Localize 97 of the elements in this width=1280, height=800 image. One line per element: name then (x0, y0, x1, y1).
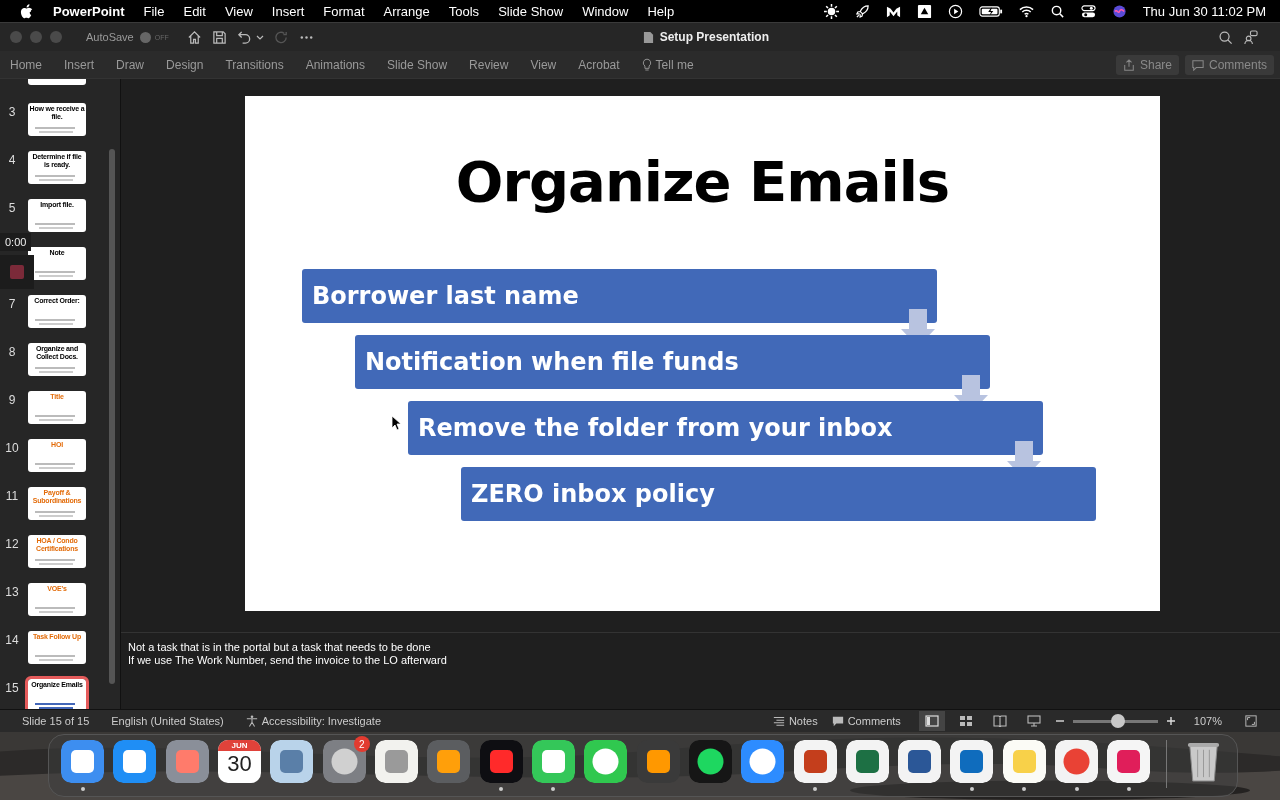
presenter-icon[interactable] (1026, 715, 1041, 727)
slide-title: Organize Emails (454, 149, 951, 214)
grid-view-icon[interactable] (958, 715, 973, 727)
slide-number: 12 (4, 536, 20, 551)
menu-item[interactable]: Format (323, 3, 365, 19)
undo-icon[interactable] (236, 29, 252, 45)
menu-item[interactable]: Slide Show (498, 3, 564, 19)
comment-icon (1192, 58, 1204, 71)
comment-icon (831, 715, 844, 727)
app-icon[interactable] (427, 740, 471, 783)
app-icon[interactable] (479, 740, 523, 783)
autosave-label: AutoSave (86, 31, 134, 43)
scrollbar[interactable] (109, 149, 115, 684)
slide-thumbnail[interactable] (28, 79, 86, 85)
app-icon[interactable] (688, 740, 732, 783)
menu-item[interactable]: Window (582, 3, 629, 19)
app-icon[interactable] (898, 740, 942, 783)
app-icon[interactable] (1107, 740, 1151, 783)
comments-button[interactable]: Comments (831, 715, 901, 727)
app-icon[interactable] (584, 740, 628, 783)
ribbon-tab[interactable]: Insert (64, 57, 95, 72)
language-status[interactable]: English (United States) (111, 715, 224, 727)
normal-view-icon[interactable] (918, 711, 945, 731)
slide-number: 5 (7, 200, 17, 215)
app-icon[interactable] (113, 740, 157, 783)
lightbulb-icon (641, 57, 652, 72)
slide-number: 10 (4, 440, 20, 455)
accessibility-button[interactable]: Accessibility: Investigate (245, 715, 381, 727)
cursor-icon (391, 415, 401, 431)
ribbon-tab[interactable]: View (530, 57, 557, 72)
tell-me-field[interactable]: Tell me (655, 57, 694, 72)
people-icon[interactable] (1243, 29, 1258, 45)
zoom-percent[interactable]: 107% (1193, 715, 1222, 727)
app-icon[interactable] (1055, 740, 1099, 783)
fit-slide-icon[interactable] (1244, 715, 1258, 727)
ribbon-tab[interactable]: Acrobat (578, 57, 620, 72)
search-icon[interactable] (1218, 29, 1233, 45)
rocket-icon[interactable] (854, 3, 870, 19)
menu-item[interactable]: Edit (183, 3, 206, 19)
slide-number: 3 (7, 104, 17, 119)
menu-item[interactable]: File (143, 3, 165, 19)
lines-icon (772, 715, 785, 727)
ribbon-tab[interactable]: Review (469, 57, 509, 72)
notes-button[interactable]: Notes (772, 715, 818, 727)
share-icon (1122, 58, 1135, 71)
app-icon[interactable] (531, 740, 575, 783)
home-icon[interactable] (186, 29, 202, 45)
app-icon[interactable] (950, 740, 994, 783)
battery-icon[interactable] (978, 3, 1003, 19)
menu-item[interactable]: Insert (271, 3, 305, 19)
app-icon[interactable] (845, 740, 889, 783)
note-text: Not a task that is in the portal but a task that needs to be done (128, 641, 432, 654)
ribbon-tab[interactable]: Animations (305, 57, 366, 72)
app-menu[interactable]: PowerPoint (53, 3, 125, 19)
ribbon-tab[interactable]: Draw (116, 57, 145, 72)
play-icon[interactable] (947, 3, 963, 19)
calendar-icon[interactable]: JUN 30 (218, 740, 262, 783)
clock[interactable]: Thu Jun 30 11:02 PM (1142, 3, 1266, 19)
app-icon[interactable] (793, 740, 837, 783)
ribbon-tab[interactable]: Design (166, 57, 204, 72)
menu-item[interactable]: Tools (448, 3, 480, 19)
app-icon[interactable] (375, 740, 419, 783)
zoom-in-icon[interactable] (1165, 716, 1176, 726)
app-icon[interactable] (741, 740, 785, 783)
slide-number: 13 (4, 584, 20, 599)
apple-icon[interactable] (20, 3, 33, 19)
slide-counter: Slide 15 of 15 (22, 715, 90, 727)
accessibility-icon (245, 715, 258, 727)
slide-number: 8 (7, 344, 17, 359)
wifi-icon[interactable] (1018, 3, 1034, 19)
recording-timer: 0:00 (0, 233, 32, 251)
sun-icon[interactable] (823, 3, 839, 19)
menu-item[interactable]: View (224, 3, 253, 19)
process-step: ZERO inbox policy (461, 467, 1096, 521)
control-center-icon[interactable] (1080, 3, 1096, 19)
slide-number: 11 (4, 488, 20, 503)
slide-number: 14 (4, 632, 20, 647)
document-icon (642, 30, 654, 44)
reading-view-icon[interactable] (992, 715, 1007, 727)
app-icon[interactable] (1002, 740, 1046, 783)
ribbon-tab[interactable]: Slide Show (387, 57, 448, 72)
siri-icon[interactable] (1111, 3, 1127, 19)
app-icon[interactable] (61, 740, 105, 783)
drive-icon[interactable] (916, 3, 932, 19)
slide-number: 4 (7, 152, 17, 167)
slide-number: 9 (7, 392, 17, 407)
slide-number: 7 (7, 296, 17, 311)
menu-item[interactable]: Arrange (383, 3, 430, 19)
app-icon[interactable] (270, 740, 314, 783)
note-text: If we use The Work Number, send the invoice to the LO afterward (128, 654, 448, 667)
ribbon-tab[interactable]: Home (10, 57, 42, 72)
window-title: Setup Presentation (659, 30, 770, 44)
slide-number: 15 (4, 680, 20, 695)
ribbon-tab[interactable]: Transitions (225, 57, 284, 72)
search-icon[interactable] (1049, 3, 1065, 19)
save-icon[interactable] (211, 29, 227, 45)
menu-item[interactable]: Help (647, 3, 675, 19)
